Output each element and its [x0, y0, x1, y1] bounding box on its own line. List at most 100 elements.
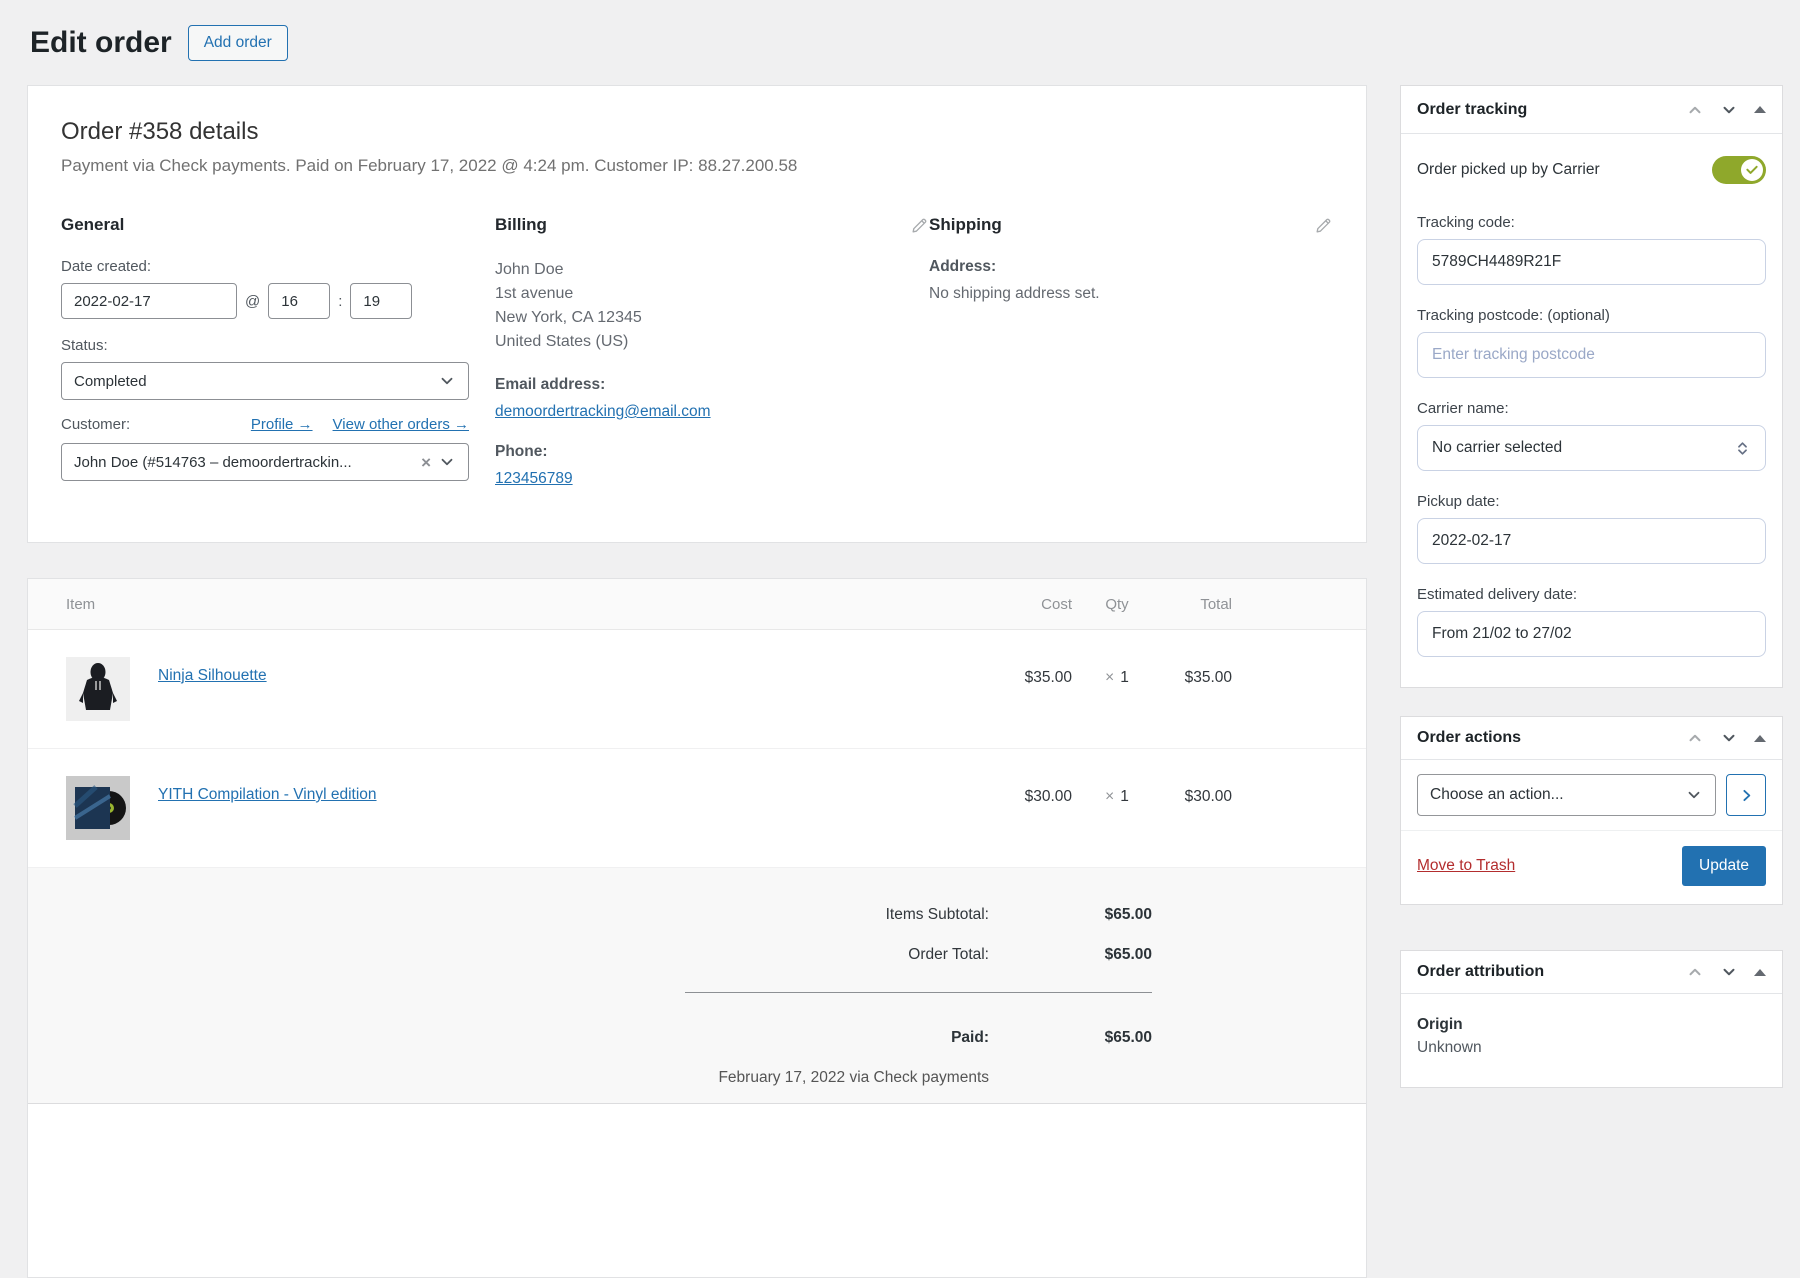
billing-name: John Doe — [495, 261, 564, 278]
billing-email-link[interactable]: demoordertracking@email.com — [495, 403, 711, 420]
chevron-up-icon — [1686, 729, 1704, 747]
general-title: General — [61, 215, 124, 235]
order-attribution-body: Origin Unknown — [1401, 994, 1782, 1087]
edit-shipping-button[interactable] — [1314, 216, 1333, 235]
shipping-address-label: Address: — [929, 258, 1333, 276]
order-attribution-header: Order attribution — [1401, 951, 1782, 994]
order-items-card: Item Cost Qty Total Ninja Silhouette $35… — [27, 578, 1367, 1278]
billing-header: Billing — [495, 214, 929, 236]
picked-up-toggle[interactable] — [1712, 156, 1766, 184]
qty-value: 1 — [1120, 788, 1129, 805]
item-link[interactable]: YITH Compilation - Vinyl edition — [158, 786, 377, 804]
estimated-delivery-label: Estimated delivery date: — [1417, 586, 1766, 603]
edit-billing-button[interactable] — [910, 216, 929, 235]
customer-select[interactable]: John Doe (#514763 – demoordertrackin... … — [61, 443, 469, 481]
item-cost: $30.00 — [952, 788, 1072, 806]
order-date-input[interactable] — [61, 283, 237, 319]
customer-select-icons: × — [421, 453, 456, 471]
tracking-postcode-label: Tracking postcode: (optional) — [1417, 307, 1766, 324]
move-panel-down-button[interactable] — [1720, 729, 1738, 747]
move-panel-up-button[interactable] — [1686, 729, 1704, 747]
origin-label: Origin — [1417, 1016, 1766, 1034]
table-row: Ninja Silhouette $35.00 ×1 $35.00 — [28, 630, 1366, 749]
estimated-delivery-input[interactable] — [1417, 611, 1766, 657]
action-selected-value: Choose an action... — [1430, 786, 1564, 804]
date-created-row: @ : — [61, 283, 469, 319]
sidebar: Order tracking Order picke — [1400, 85, 1783, 1088]
order-totals-section: Items Subtotal: $65.00 Order Total: $65.… — [28, 868, 1366, 1104]
carrier-name-label: Carrier name: — [1417, 400, 1766, 417]
billing-city: New York, CA 12345 — [495, 309, 642, 326]
shipping-column: Shipping Address: No shipping address se… — [929, 214, 1333, 510]
paid-value: $65.00 — [989, 1029, 1152, 1047]
item-link[interactable]: Ninja Silhouette — [158, 667, 267, 685]
carrier-selected-value: No carrier selected — [1432, 439, 1562, 457]
customer-label: Customer: — [61, 416, 130, 433]
picked-up-label: Order picked up by Carrier — [1417, 161, 1600, 179]
order-total-value: $65.00 — [989, 946, 1152, 964]
chevron-down-icon — [1720, 729, 1738, 747]
collapse-panel-button[interactable] — [1754, 106, 1766, 113]
main-column: Order #358 details Payment via Check pay… — [27, 85, 1367, 1278]
item-cell: YITH Compilation - Vinyl edition — [66, 776, 952, 840]
move-to-trash-link[interactable]: Move to Trash — [1417, 857, 1515, 875]
tracking-postcode-input[interactable] — [1417, 332, 1766, 378]
carrier-select[interactable]: No carrier selected — [1417, 425, 1766, 471]
qty-multiply-sign: × — [1105, 669, 1114, 686]
item-total: $35.00 — [1162, 669, 1232, 687]
billing-phone-link[interactable]: 123456789 — [495, 470, 573, 487]
order-details-card: Order #358 details Payment via Check pay… — [27, 85, 1367, 543]
update-button[interactable]: Update — [1682, 846, 1766, 886]
order-tracking-body: Order picked up by Carrier Tracking code… — [1401, 134, 1782, 687]
tracking-code-input[interactable] — [1417, 239, 1766, 285]
customer-profile-link[interactable]: Profile → — [251, 416, 313, 433]
order-action-select[interactable]: Choose an action... — [1417, 774, 1716, 816]
item-cost: $35.00 — [952, 669, 1072, 687]
chevron-down-icon — [438, 453, 456, 471]
customer-selected-value: John Doe (#514763 – demoordertrackin... — [74, 454, 415, 471]
add-order-button[interactable]: Add order — [188, 25, 288, 61]
order-minute-input[interactable] — [350, 283, 412, 319]
subtotal-value: $65.00 — [989, 906, 1152, 924]
order-actions-header: Order actions — [1401, 717, 1782, 760]
order-status-select[interactable]: Completed — [61, 362, 469, 400]
item-cell: Ninja Silhouette — [66, 657, 952, 721]
billing-title: Billing — [495, 215, 547, 235]
general-column: General Date created: @ : Status: Comple… — [61, 214, 469, 510]
collapse-panel-button[interactable] — [1754, 735, 1766, 742]
status-selected-value: Completed — [74, 373, 147, 390]
paid-row: Paid: $65.00 — [685, 1029, 1152, 1047]
page-title: Edit order — [30, 26, 172, 60]
paid-section: Paid: $65.00 February 17, 2022 via Check… — [685, 992, 1152, 1087]
tracking-code-label: Tracking code: — [1417, 214, 1766, 231]
move-panel-up-button[interactable] — [1686, 101, 1704, 119]
order-total-row: Order Total: $65.00 — [685, 946, 1152, 964]
product-thumbnail-hoodie — [66, 657, 130, 721]
panel-controls — [1686, 729, 1766, 747]
check-icon — [1745, 163, 1759, 177]
select-updown-icon — [1734, 440, 1751, 457]
order-totals: Items Subtotal: $65.00 Order Total: $65.… — [685, 906, 1152, 1087]
view-other-orders-link[interactable]: View other orders → — [333, 416, 469, 433]
collapse-panel-button[interactable] — [1754, 969, 1766, 976]
time-colon: : — [338, 293, 342, 310]
order-actions-body: Choose an action... — [1401, 760, 1782, 830]
chevron-down-icon — [1685, 786, 1703, 804]
apply-action-button[interactable] — [1726, 774, 1766, 816]
table-row: YITH Compilation - Vinyl edition $30.00 … — [28, 749, 1366, 868]
picked-up-row: Order picked up by Carrier — [1417, 156, 1766, 184]
billing-street: 1st avenue — [495, 285, 573, 302]
order-heading: Order #358 details — [61, 118, 1333, 146]
product-thumbnail-vinyl — [66, 776, 130, 840]
move-panel-up-button[interactable] — [1686, 963, 1704, 981]
pickup-date-input[interactable] — [1417, 518, 1766, 564]
shipping-header: Shipping — [929, 214, 1333, 236]
move-panel-down-button[interactable] — [1720, 101, 1738, 119]
move-panel-down-button[interactable] — [1720, 963, 1738, 981]
billing-email-block: Email address: demoordertracking@email.c… — [495, 376, 929, 421]
page-header: Edit order Add order — [30, 25, 288, 61]
clear-customer-icon[interactable]: × — [421, 454, 431, 471]
order-hour-input[interactable] — [268, 283, 330, 319]
billing-column: Billing John Doe 1st avenue New York, CA… — [495, 214, 929, 510]
subtotal-row: Items Subtotal: $65.00 — [685, 906, 1152, 924]
